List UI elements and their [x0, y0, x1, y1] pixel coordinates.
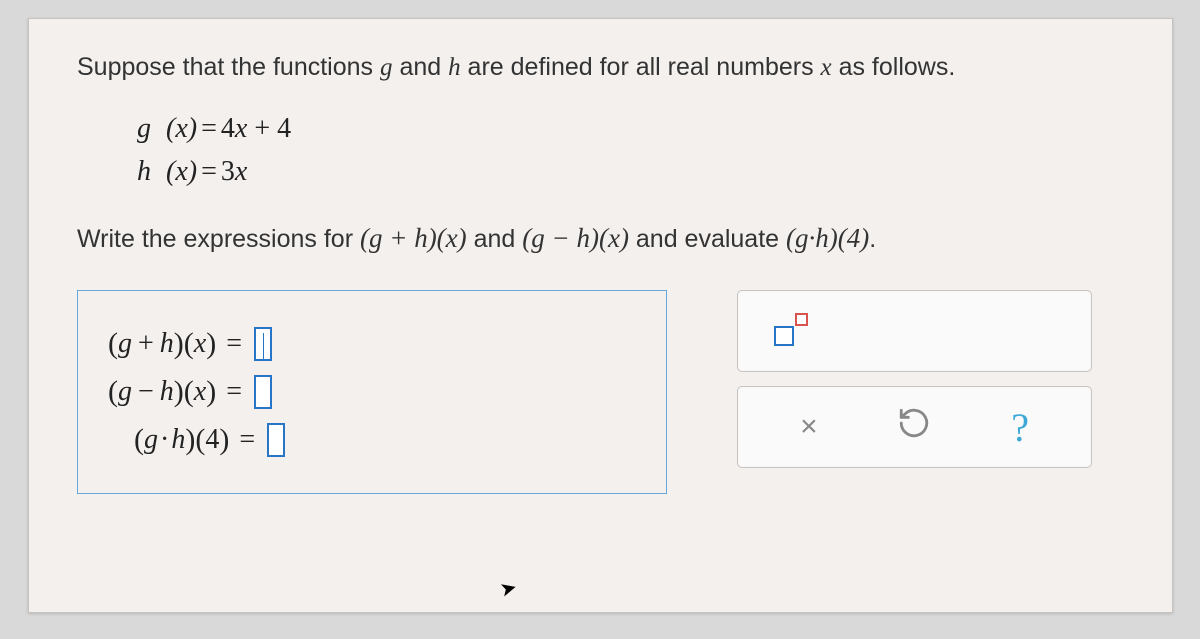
help-icon: ?	[1011, 404, 1029, 451]
tool-row-actions: × ?	[737, 386, 1092, 468]
answer-row-2: (g−h)(x) =	[108, 375, 636, 409]
def-g-rhs: 4x + 4	[221, 113, 291, 144]
undo-icon	[897, 406, 931, 448]
def-g-fn: g	[137, 113, 151, 144]
tool-row-exponent	[737, 290, 1092, 372]
def-eq1: =	[201, 113, 217, 144]
def-h-arg: x	[175, 156, 187, 187]
intro-mid1: and	[393, 53, 449, 81]
def-h-rhs: 3x	[221, 156, 247, 187]
exponent-button[interactable]	[762, 305, 817, 357]
prompt-post: .	[869, 225, 876, 253]
row1-eq: =	[226, 328, 242, 360]
clear-icon: ×	[800, 410, 818, 444]
def-g-arg: x	[175, 113, 187, 144]
def-h: h (x)=3x	[137, 150, 1124, 193]
intro-x: x	[821, 54, 832, 81]
prompt-e2: (g − h)(x)	[522, 223, 629, 253]
intro-g: g	[380, 54, 393, 81]
intro-post: as follows.	[832, 53, 956, 81]
intro-text: Suppose that the functions g and h are d…	[77, 49, 1124, 87]
answer-area: (g+h)(x) = (g−h)(x) = (g·h)(4) =	[77, 290, 1124, 494]
intro-h: h	[448, 54, 461, 81]
answer-input-3[interactable]	[267, 423, 285, 457]
exponent-icon	[774, 316, 806, 346]
clear-button[interactable]: ×	[781, 401, 836, 453]
row2-eq: =	[226, 376, 242, 408]
undo-button[interactable]	[887, 401, 942, 453]
prompt-text: Write the expressions for (g + h)(x) and…	[77, 217, 1124, 260]
toolbox: × ?	[737, 290, 1092, 468]
problem-sheet: Suppose that the functions g and h are d…	[28, 18, 1173, 613]
row3-eq: =	[239, 424, 255, 456]
answers-box: (g+h)(x) = (g−h)(x) = (g·h)(4) =	[77, 290, 667, 494]
function-definitions: g (x)=4x + 4 h (x)=3x	[137, 107, 1124, 194]
prompt-mid1: and	[467, 225, 523, 253]
answer-input-1[interactable]	[254, 327, 272, 361]
def-h-fn: h	[137, 156, 151, 187]
prompt-pre: Write the expressions for	[77, 225, 360, 253]
answer-input-2[interactable]	[254, 375, 272, 409]
def-eq2: =	[201, 156, 217, 187]
answer-row-3: (g·h)(4) =	[108, 423, 636, 457]
prompt-e3: (g·h)(4)	[786, 223, 869, 253]
prompt-e1: (g + h)(x)	[360, 223, 467, 253]
help-button[interactable]: ?	[993, 401, 1048, 453]
answer-row-1: (g+h)(x) =	[108, 327, 636, 361]
intro-pre: Suppose that the functions	[77, 53, 380, 81]
prompt-mid2: and evaluate	[629, 225, 786, 253]
intro-mid2: are defined for all real numbers	[461, 53, 821, 81]
def-g: g (x)=4x + 4	[137, 107, 1124, 150]
